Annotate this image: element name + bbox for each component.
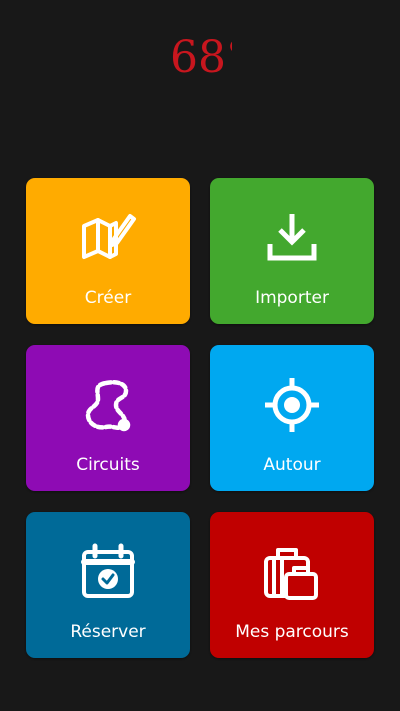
download-icon (260, 206, 324, 270)
luggage-icon (260, 540, 324, 604)
tile-label: Créer (84, 288, 132, 308)
tile-mes-parcours[interactable]: Mes parcours (210, 512, 374, 658)
tile-label: Circuits (76, 455, 140, 475)
tile-creer[interactable]: Créer (26, 178, 190, 324)
tile-label: Autour (263, 455, 321, 475)
app-logo: 68° (170, 32, 232, 83)
tile-label: Réserver (70, 622, 146, 642)
tile-reserver[interactable]: Réserver (26, 512, 190, 658)
tile-importer[interactable]: Importer (210, 178, 374, 324)
tile-label: Mes parcours (235, 622, 349, 642)
tile-label: Importer (255, 288, 329, 308)
tile-autour[interactable]: Autour (210, 345, 374, 491)
calendar-check-icon (76, 540, 140, 604)
gps-target-icon (260, 373, 324, 437)
tile-circuits[interactable]: Circuits (26, 345, 190, 491)
route-icon (76, 373, 140, 437)
logo-text: 68° (170, 32, 232, 83)
map-edit-icon (76, 206, 140, 270)
